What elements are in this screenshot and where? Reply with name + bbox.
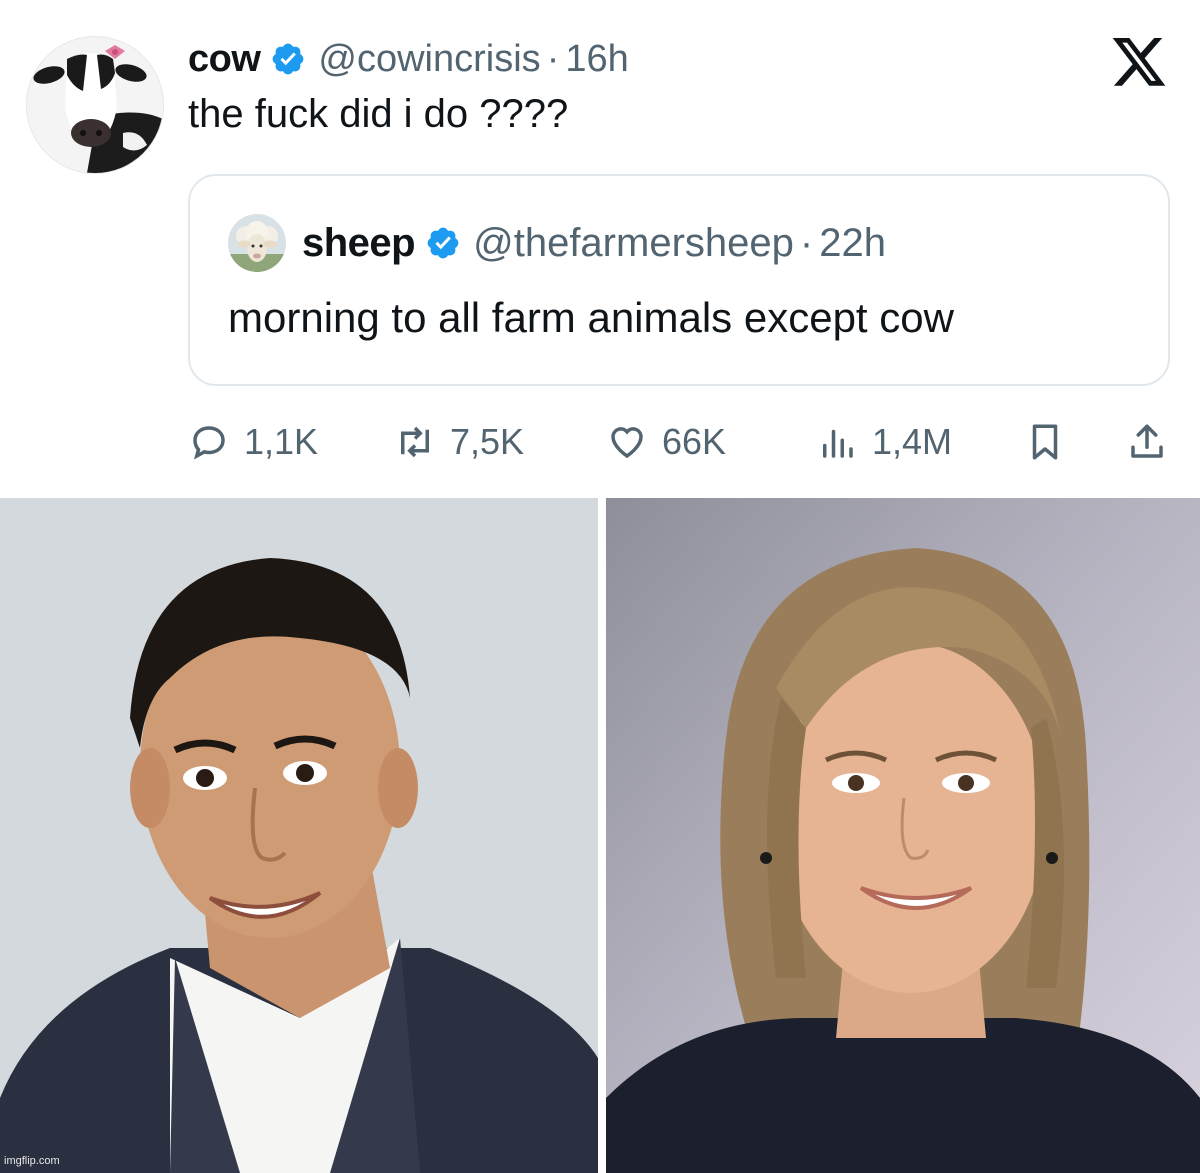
quoted-tweet-text: morning to all farm animals except cow [228, 294, 954, 341]
quoted-tweet-header: sheep @thefarmersheep · 22h [302, 218, 886, 268]
tweet-card: cow @cowincrisis · 16h the fuck did i do… [0, 0, 1200, 498]
share-icon [1126, 421, 1168, 463]
views-count: 1,4M [872, 421, 953, 462]
retweet-icon [394, 421, 436, 463]
sheep-avatar-image [228, 214, 286, 272]
bookmark-icon [1024, 421, 1066, 463]
photo-pair: imgflip.com [0, 498, 1200, 1173]
man-portrait-photo [0, 498, 598, 1173]
separator-dot: · [799, 220, 814, 265]
verified-badge-icon [270, 41, 306, 77]
reply-count: 1,1K [244, 421, 319, 462]
bookmark-button[interactable] [1024, 414, 1080, 470]
verified-badge-icon [425, 225, 461, 261]
quoted-author-name[interactable]: sheep [302, 221, 416, 266]
views-button[interactable]: 1,4M [816, 414, 952, 470]
author-avatar[interactable] [26, 36, 164, 174]
quoted-tweet[interactable]: sheep @thefarmersheep · 22h morning to a… [188, 174, 1170, 386]
like-icon [606, 421, 648, 463]
reply-icon [188, 421, 230, 463]
share-button[interactable] [1126, 414, 1182, 470]
author-handle[interactable]: @cowincrisis [318, 38, 540, 81]
author-name[interactable]: cow [188, 38, 261, 81]
separator-dot: · [546, 37, 560, 80]
quoted-author-handle[interactable]: @thefarmersheep [473, 221, 794, 266]
woman-portrait-photo [606, 498, 1200, 1173]
tweet-text: the fuck did i do ???? [188, 92, 569, 136]
x-logo-icon [1112, 38, 1168, 88]
action-bar: 1,1K 7,5K 66K 1,4M [188, 414, 1170, 470]
quoted-tweet-timestamp[interactable]: 22h [819, 221, 886, 266]
quoted-author-avatar[interactable] [228, 214, 286, 272]
views-icon [816, 421, 858, 463]
tweet-timestamp[interactable]: 16h [565, 38, 628, 81]
like-button[interactable]: 66K [606, 414, 726, 470]
reply-button[interactable]: 1,1K [188, 414, 318, 470]
retweet-button[interactable]: 7,5K [394, 414, 524, 470]
retweet-count: 7,5K [450, 421, 525, 462]
tweet-header: cow @cowincrisis · 16h [188, 34, 629, 84]
cow-avatar-image [27, 37, 163, 173]
watermark: imgflip.com [4, 1155, 60, 1167]
like-count: 66K [662, 421, 727, 462]
photo-divider [598, 498, 606, 1173]
